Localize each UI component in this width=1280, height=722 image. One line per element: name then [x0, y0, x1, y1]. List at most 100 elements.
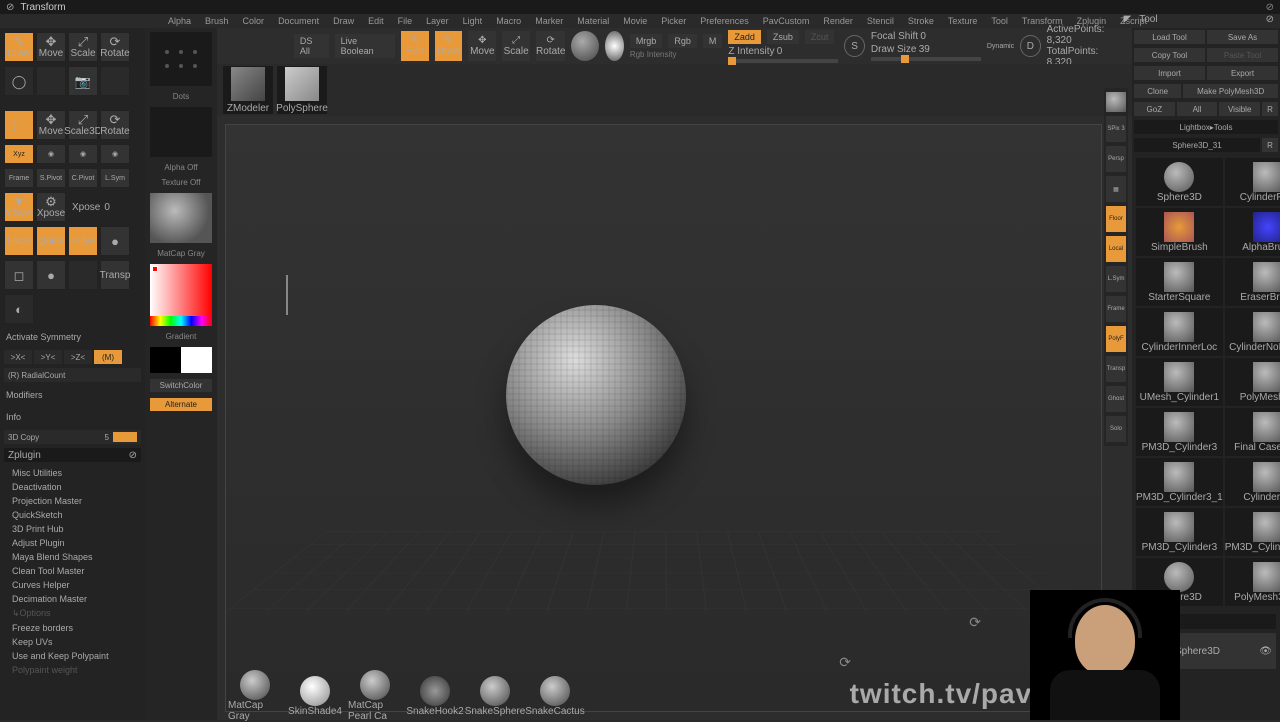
plugin-item[interactable]: QuickSketch — [4, 508, 141, 522]
menu-item[interactable]: Stroke — [908, 16, 934, 26]
goz-button[interactable]: GoZ — [1134, 102, 1175, 116]
radial-count[interactable]: (R) RadialCount — [4, 368, 141, 382]
polyf-button[interactable]: PolyF — [68, 226, 98, 256]
move-button[interactable]: ✥Move — [468, 31, 496, 61]
viewport-canvas[interactable]: ⟳ ⟳ — [225, 124, 1102, 712]
lightbox-button[interactable]: Lightbox▸Tools — [1134, 120, 1278, 134]
sym-m-button[interactable]: (M) — [94, 350, 122, 364]
plugin-item[interactable]: Decimation Master — [4, 592, 141, 606]
lsym-button[interactable]: L.Sym — [100, 168, 130, 188]
copy-tool-button[interactable]: Copy Tool — [1134, 48, 1205, 62]
sym-y-button[interactable]: >Y< — [34, 350, 62, 364]
goz-visible-button[interactable]: Visible — [1219, 102, 1260, 116]
tool-item[interactable]: UMesh_Cylinder1 — [1136, 358, 1223, 406]
tool-item[interactable]: SimpleBrush — [1136, 208, 1223, 256]
alpha-thumbnail[interactable] — [150, 107, 212, 157]
zadd-button[interactable]: Zadd — [728, 30, 761, 44]
collapse-icon[interactable]: ⊘ — [1266, 2, 1274, 13]
gizmo-button[interactable]: ⬚ — [4, 110, 34, 140]
info-header[interactable]: Info — [6, 412, 139, 422]
hue-slider[interactable] — [150, 316, 212, 326]
axis-button[interactable]: ◉ — [36, 144, 66, 164]
transp-button[interactable]: Transp — [100, 260, 130, 290]
axis-button[interactable]: ◉ — [100, 144, 130, 164]
xyz-button[interactable]: Xyz — [4, 144, 34, 164]
sym-x-button[interactable]: >X< — [4, 350, 32, 364]
stroke-thumbnail[interactable] — [150, 32, 212, 86]
tool-panel-dock-icon[interactable]: ⊘ — [1266, 14, 1274, 25]
quick-button[interactable]: Quick — [36, 226, 66, 256]
menu-item[interactable]: Tool — [991, 16, 1008, 26]
vp-floor-button[interactable]: Floor — [1106, 206, 1126, 232]
paste-tool-button[interactable]: Paste Tool — [1207, 48, 1278, 62]
color-picker[interactable] — [150, 264, 212, 326]
menu-item[interactable]: Draw — [333, 16, 354, 26]
move-gizmo-button[interactable]: ✥Move — [36, 110, 66, 140]
draw-size-slider[interactable]: Draw Size 39 — [871, 44, 981, 61]
rgb-button[interactable]: Rgb — [668, 34, 697, 48]
import-button[interactable]: Import — [1134, 66, 1205, 80]
alternate-button[interactable]: Alternate — [150, 398, 212, 411]
menu-item[interactable]: Color — [243, 16, 265, 26]
shelf-item-zmodeler[interactable]: ZModeler — [223, 66, 273, 114]
tool-button[interactable] — [68, 260, 98, 290]
tool-button[interactable]: ◯ — [4, 66, 34, 96]
plugin-item[interactable]: Projection Master — [4, 494, 141, 508]
save-as-button[interactable]: Save As — [1207, 30, 1278, 44]
eye-icon[interactable]: 👁 — [1259, 646, 1272, 657]
switch-color-button[interactable]: SwitchColor — [150, 379, 212, 392]
tool-item[interactable]: PM3D_Cylinder3_1 — [1225, 508, 1280, 556]
sym-z-button[interactable]: >Z< — [64, 350, 92, 364]
cube-button[interactable]: ◻ — [4, 260, 34, 290]
vp-transp-button[interactable]: Transp — [1106, 356, 1126, 382]
menu-item[interactable]: Document — [278, 16, 319, 26]
menu-item[interactable]: Render — [823, 16, 853, 26]
menu-item[interactable]: Marker — [535, 16, 563, 26]
rotate-button[interactable]: ⟳Rotate — [536, 31, 565, 61]
ghost-button[interactable]: ◐ — [4, 294, 34, 324]
move-mode-button[interactable]: ✥Move — [36, 32, 66, 62]
frame-button[interactable]: Frame — [4, 168, 34, 188]
plugin-item[interactable]: Curves Helper — [4, 578, 141, 592]
tool-item[interactable]: CylinderNoEdges — [1225, 308, 1280, 356]
z-intensity-slider[interactable]: Z Intensity 0 — [728, 46, 838, 63]
plugin-option[interactable]: Freeze borders — [4, 621, 141, 635]
vp-frame-button[interactable]: Frame — [1106, 296, 1126, 322]
secondary-color-swatch[interactable] — [181, 347, 212, 373]
tool-item[interactable]: PM3D_Cylinder3 — [1136, 408, 1223, 456]
plugin-item[interactable]: Adjust Plugin — [4, 536, 141, 550]
menu-item[interactable]: Texture — [948, 16, 978, 26]
menu-item[interactable]: File — [398, 16, 413, 26]
draw-button[interactable]: ✎Draw — [435, 31, 463, 61]
sphere-icon-button[interactable]: ● — [100, 226, 130, 256]
draw-mode-button[interactable]: ✎Draw — [4, 32, 34, 62]
brush-thumb[interactable]: MatCap Gray — [228, 670, 282, 722]
modifiers-header[interactable]: Modifiers — [6, 390, 139, 400]
vp-local-button[interactable]: Local — [1106, 236, 1126, 262]
menu-item[interactable]: Alpha — [168, 16, 191, 26]
plugin-item[interactable]: Clean Tool Master — [4, 564, 141, 578]
plugin-item[interactable]: Misc Utilities — [4, 466, 141, 480]
menu-item[interactable]: Brush — [205, 16, 229, 26]
tool-button[interactable] — [36, 66, 66, 96]
tool-item[interactable]: PolyMesh3D_1 — [1225, 558, 1280, 606]
vp-button[interactable]: ▦ — [1106, 176, 1126, 202]
rotate-gizmo-button[interactable]: ⟳Rotate — [100, 110, 130, 140]
vp-ghost-button[interactable]: Ghost — [1106, 386, 1126, 412]
local-button[interactable]: Local — [4, 226, 34, 256]
vp-thumb-button[interactable] — [1106, 92, 1126, 112]
zplugin-header[interactable]: Zplugin⊘ — [4, 448, 141, 462]
snapshot-button[interactable]: 📷 — [68, 66, 98, 96]
vp-spix-button[interactable]: SPix 3 — [1106, 116, 1126, 142]
tool-item[interactable]: Cylinder3D — [1225, 458, 1280, 506]
menu-item[interactable]: Movie — [623, 16, 647, 26]
menu-item[interactable]: Material — [577, 16, 609, 26]
brush-thumb[interactable]: MatCap Pearl Ca — [348, 670, 402, 722]
shelf-item-polysphere[interactable]: PolySphere — [277, 66, 327, 114]
brush-thumb[interactable]: SnakeSphere — [468, 676, 522, 717]
load-tool-button[interactable]: Load Tool — [1134, 30, 1205, 44]
scale-mode-button[interactable]: ⤢Scale — [68, 32, 98, 62]
scale-button[interactable]: ⤢Scale — [502, 31, 530, 61]
brush-thumb[interactable]: SkinShade4 — [288, 676, 342, 717]
plugin-option[interactable]: Use and Keep Polypaint — [4, 649, 141, 663]
